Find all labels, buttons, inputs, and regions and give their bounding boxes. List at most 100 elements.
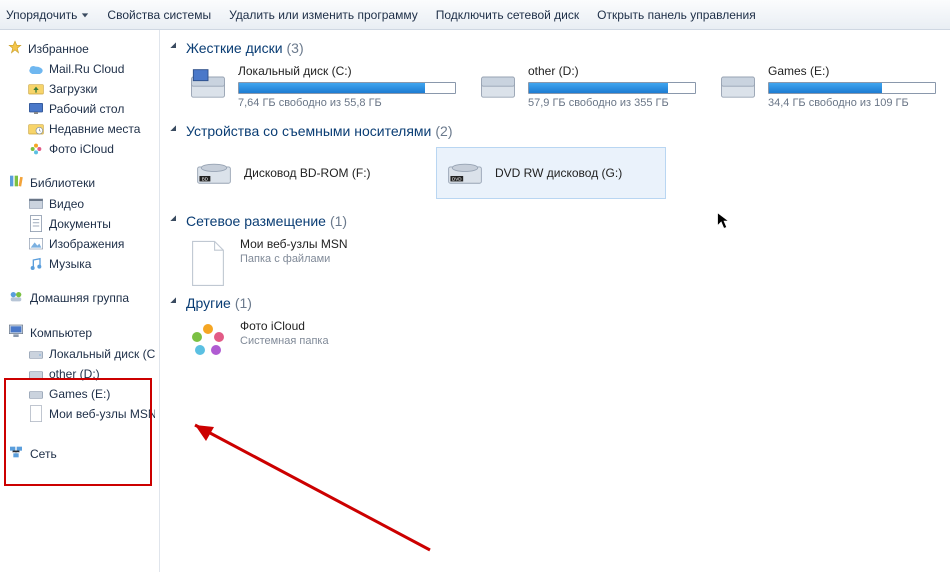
drive-name: Games (E:): [768, 64, 936, 78]
folder-downloads-icon: [28, 81, 44, 97]
homegroup-item[interactable]: Домашняя группа: [8, 286, 155, 309]
sidebar-item-desktop[interactable]: Рабочий стол: [28, 99, 155, 119]
chevron-down-icon: [81, 11, 89, 19]
section-label: Сетевое размещение: [186, 213, 326, 229]
bdrom-icon: BD: [194, 156, 234, 190]
cursor-icon: [716, 212, 730, 230]
favorites-header[interactable]: Избранное: [8, 38, 155, 59]
homegroup-label: Домашняя группа: [30, 291, 129, 305]
sidebar-item-msn-web[interactable]: Мои веб-узлы MSN: [28, 404, 155, 424]
sidebar-item-images[interactable]: Изображения: [28, 234, 155, 254]
drive-name: Локальный диск (C:): [238, 64, 456, 78]
drive-free-text: 57,9 ГБ свободно из 355 ГБ: [528, 97, 696, 109]
music-icon: [28, 256, 44, 272]
other-header[interactable]: Другие (1): [172, 295, 940, 311]
hdd-icon: [28, 346, 44, 362]
libraries-icon: [8, 173, 24, 192]
sidebar-item-documents[interactable]: Документы: [28, 214, 155, 234]
network-item[interactable]: Сеть: [8, 442, 155, 465]
sidebar-item-drive-d[interactable]: other (D:): [28, 364, 155, 384]
sidebar-item-label: Рабочий стол: [49, 102, 124, 116]
removable-tiles: BD Дисковод BD-ROM (F:) DVD DVD RW диско…: [170, 147, 940, 199]
other-section: Другие (1) Фото iCloud Системная папка: [170, 295, 940, 363]
sidebar-item-label: Документы: [49, 217, 111, 231]
hard-drives-tiles: Локальный диск (C:) 7,64 ГБ свободно из …: [170, 64, 940, 109]
collapse-icon: [170, 297, 181, 308]
sidebar-item-video[interactable]: Видео: [28, 194, 155, 214]
toolbar-item-system-properties[interactable]: Свойства системы: [107, 8, 211, 22]
video-icon: [28, 196, 44, 212]
hdd-icon: [186, 64, 230, 104]
favorites-group: Избранное Mail.Ru Cloud Загрузки Рабочий…: [8, 38, 155, 159]
removable-header[interactable]: Устройства со съемными носителями (2): [172, 123, 940, 139]
hard-drives-header[interactable]: Жесткие диски (3): [172, 40, 940, 56]
svg-text:DVD: DVD: [452, 177, 462, 182]
network-loc-section: Сетевое размещение (1) Мои веб-узлы MSN …: [170, 213, 940, 281]
network-icon: [8, 444, 24, 463]
desktop-icon: [28, 101, 44, 117]
drive-usage-bar: [238, 82, 456, 94]
sidebar-item-downloads[interactable]: Загрузки: [28, 79, 155, 99]
photo-icon: [28, 141, 44, 157]
libraries-group: Библиотеки Видео Документы Изображения М…: [8, 171, 155, 274]
device-dvdrw[interactable]: DVD DVD RW дисковод (G:): [436, 147, 666, 199]
drive-e[interactable]: Games (E:) 34,4 ГБ свободно из 109 ГБ: [716, 64, 936, 109]
sidebar-item-music[interactable]: Музыка: [28, 254, 155, 274]
recent-icon: [28, 121, 44, 137]
item-subtitle: Папка с файлами: [240, 253, 347, 265]
collapse-icon: [170, 215, 181, 226]
collapse-icon: [170, 42, 181, 53]
drive-c[interactable]: Локальный диск (C:) 7,64 ГБ свободно из …: [186, 64, 456, 109]
favorites-label: Избранное: [28, 42, 89, 56]
libraries-list: Видео Документы Изображения Музыка: [8, 194, 155, 274]
drive-name: other (D:): [528, 64, 696, 78]
drive-free-text: 7,64 ГБ свободно из 55,8 ГБ: [238, 97, 456, 109]
toolbar-item-uninstall[interactable]: Удалить или изменить программу: [229, 8, 418, 22]
homegroup-icon: [8, 288, 24, 307]
image-icon: [28, 236, 44, 252]
drive-d[interactable]: other (D:) 57,9 ГБ свободно из 355 ГБ: [476, 64, 696, 109]
sidebar-item-icloud-photo[interactable]: Фото iCloud: [28, 139, 155, 159]
sidebar-item-drive-e[interactable]: Games (E:): [28, 384, 155, 404]
libraries-header[interactable]: Библиотеки: [8, 171, 155, 194]
organize-menu[interactable]: Упорядочить: [6, 8, 89, 22]
star-icon: [8, 40, 22, 57]
computer-label: Компьютер: [30, 326, 92, 340]
sidebar-item-label: other (D:): [49, 367, 100, 381]
computer-header[interactable]: Компьютер: [8, 321, 155, 344]
drive-free-text: 34,4 ГБ свободно из 109 ГБ: [768, 97, 936, 109]
item-subtitle: Системная папка: [240, 335, 329, 347]
hard-drives-section: Жесткие диски (3) Локальный диск (C:) 7,…: [170, 40, 940, 109]
computer-group: Компьютер Локальный диск (C other (D:) G…: [8, 321, 155, 424]
toolbar-item-map-drive[interactable]: Подключить сетевой диск: [436, 8, 579, 22]
drive-usage-bar: [528, 82, 696, 94]
network-loc-header[interactable]: Сетевое размещение (1): [172, 213, 940, 229]
sidebar: Избранное Mail.Ru Cloud Загрузки Рабочий…: [0, 30, 160, 572]
device-bdrom[interactable]: BD Дисковод BD-ROM (F:): [186, 147, 416, 199]
section-label: Другие: [186, 295, 231, 311]
sidebar-item-label: Музыка: [49, 257, 91, 271]
computer-list: Локальный диск (C other (D:) Games (E:) …: [8, 344, 155, 424]
toolbar-item-control-panel[interactable]: Открыть панель управления: [597, 8, 756, 22]
organize-label: Упорядочить: [6, 8, 77, 22]
sidebar-item-label: Mail.Ru Cloud: [49, 62, 124, 76]
libraries-label: Библиотеки: [30, 176, 95, 190]
sidebar-item-mailru[interactable]: Mail.Ru Cloud: [28, 59, 155, 79]
item-name: Фото iCloud: [240, 319, 329, 333]
other-item[interactable]: Фото iCloud Системная папка: [170, 319, 940, 363]
icloud-photos-icon: [186, 319, 230, 363]
device-name: DVD RW дисковод (G:): [495, 166, 622, 180]
cloud-icon: [28, 61, 44, 77]
network-loc-item[interactable]: Мои веб-узлы MSN Папка с файлами: [170, 237, 940, 281]
sidebar-item-drive-c[interactable]: Локальный диск (C: [28, 344, 155, 364]
device-name: Дисковод BD-ROM (F:): [244, 166, 371, 180]
sidebar-item-recent[interactable]: Недавние места: [28, 119, 155, 139]
dvdrw-icon: DVD: [445, 156, 485, 190]
collapse-icon: [170, 125, 181, 136]
sidebar-item-label: Изображения: [49, 237, 124, 251]
section-count: (1): [235, 295, 252, 311]
sidebar-item-label: Мои веб-узлы MSN: [49, 407, 155, 421]
section-label: Устройства со съемными носителями: [186, 123, 431, 139]
section-count: (1): [330, 213, 347, 229]
sidebar-item-label: Видео: [49, 197, 84, 211]
